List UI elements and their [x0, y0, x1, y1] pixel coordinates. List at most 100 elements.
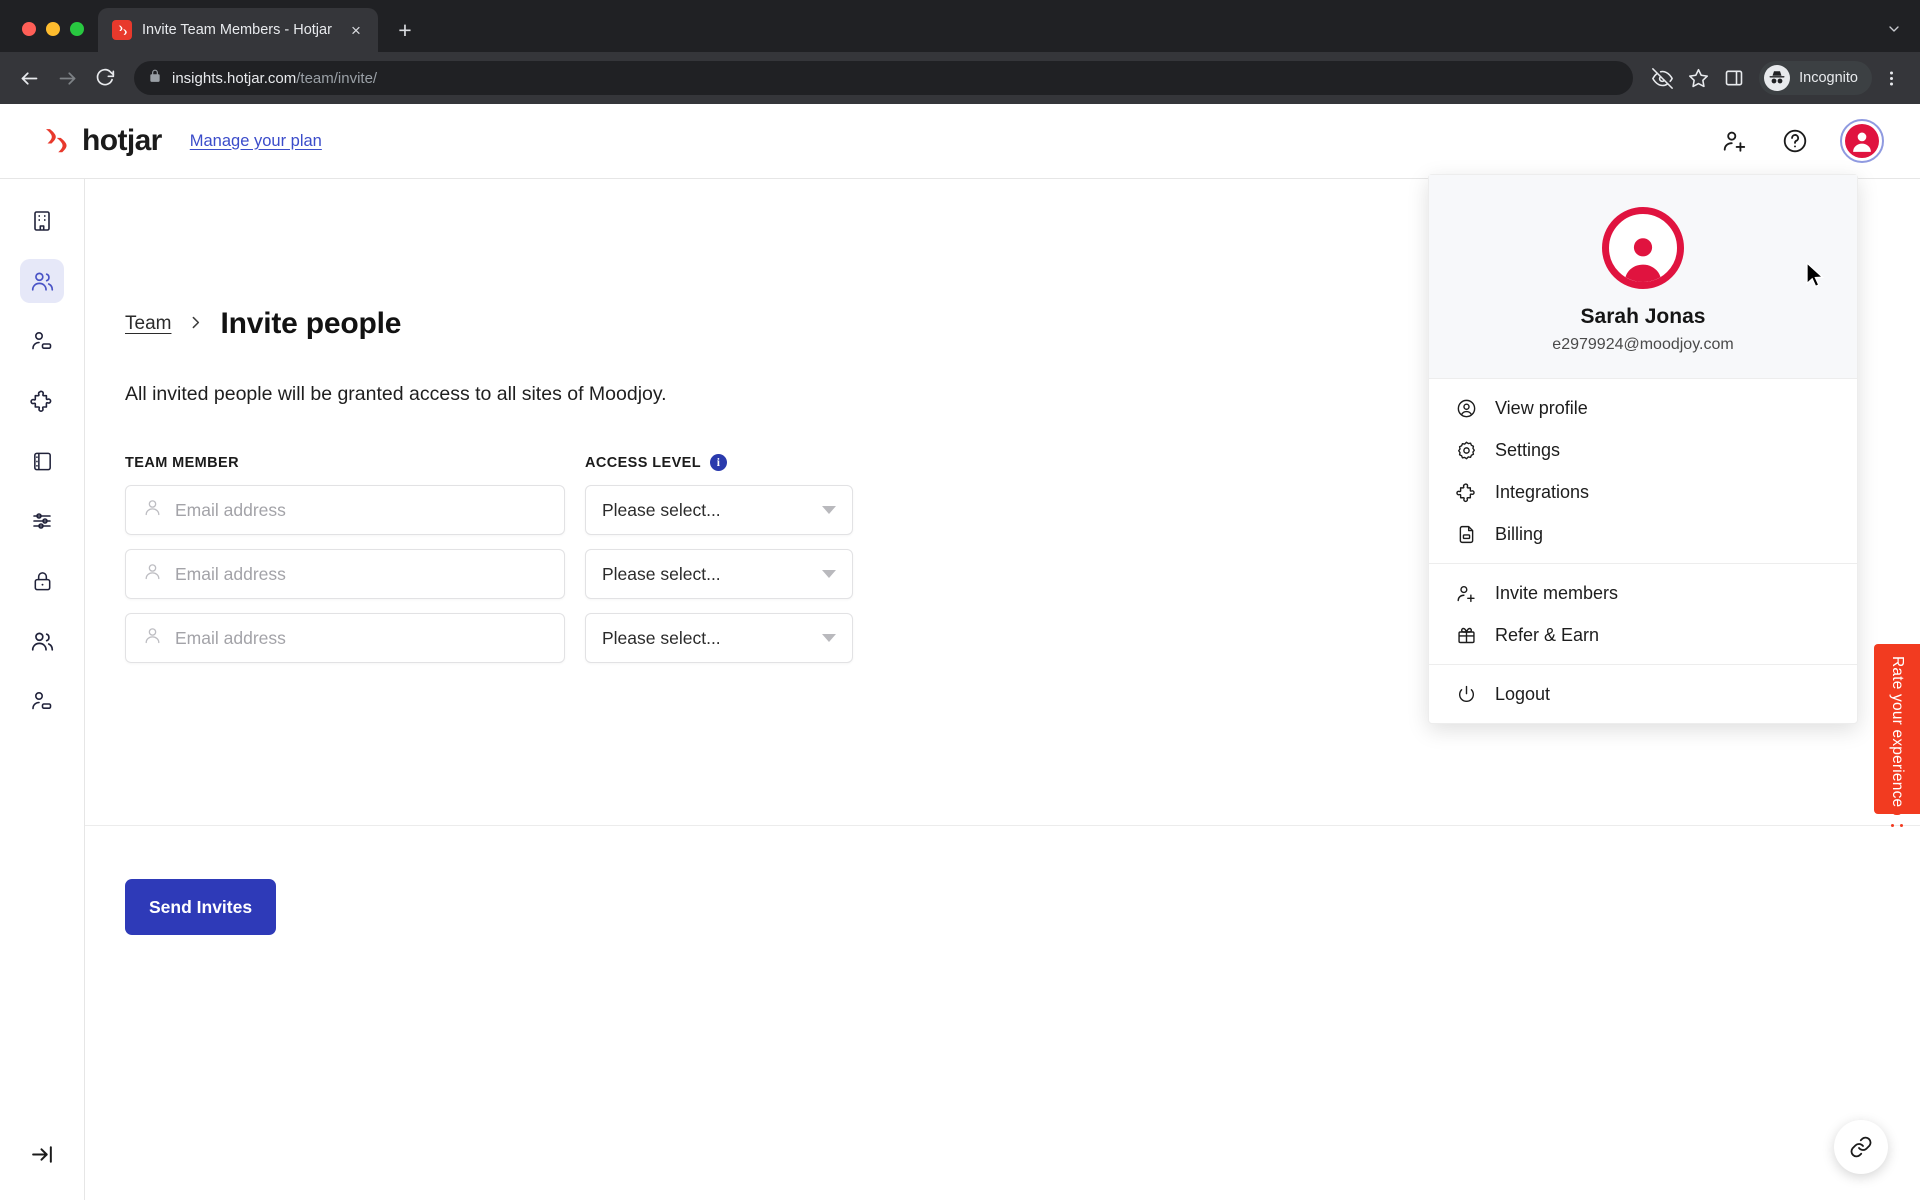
- person-icon: [142, 561, 163, 587]
- access-level-select-1[interactable]: Please select...: [585, 485, 853, 535]
- menu-item-label: Billing: [1495, 523, 1544, 544]
- email-input-1[interactable]: [175, 499, 548, 521]
- email-field-1[interactable]: [125, 485, 565, 535]
- chevron-down-icon: [822, 506, 836, 514]
- menu-item-integrations[interactable]: Integrations: [1429, 471, 1857, 513]
- reload-icon[interactable]: [88, 61, 122, 95]
- chevron-down-icon[interactable]: [1886, 21, 1902, 42]
- sidebar-item-notebook[interactable]: [20, 439, 64, 483]
- url-domain: insights.hotjar.com: [172, 69, 297, 87]
- chevron-down-icon: [822, 570, 836, 578]
- hotjar-wordmark: hotjar: [82, 124, 162, 157]
- menu-item-view-profile[interactable]: View profile: [1429, 387, 1857, 429]
- profile-menu-group-session: Logout: [1429, 664, 1857, 723]
- link-icon[interactable]: [1834, 1120, 1888, 1174]
- access-level-value-2: Please select...: [602, 563, 721, 584]
- collapse-panel-icon[interactable]: [20, 1132, 64, 1176]
- billing-icon: [1455, 523, 1477, 545]
- person-icon: [142, 625, 163, 651]
- incognito-label: Incognito: [1799, 70, 1858, 86]
- menu-item-refer-and-earn[interactable]: Refer & Earn: [1429, 614, 1857, 656]
- team-member-label: TEAM MEMBER: [125, 454, 239, 471]
- gear-icon: [1455, 439, 1477, 461]
- menu-item-invite-members[interactable]: Invite members: [1429, 572, 1857, 614]
- hotjar-favicon-icon: [112, 20, 132, 40]
- profile-avatar-icon: [1602, 207, 1684, 289]
- browser-tab[interactable]: Invite Team Members - Hotjar ×: [98, 8, 378, 52]
- hotjar-logo[interactable]: hotjar: [40, 124, 162, 158]
- star-icon[interactable]: [1681, 61, 1715, 95]
- profile-dropdown-menu: Sarah Jonas e2979924@moodjoy.com View pr…: [1428, 174, 1858, 724]
- profile-email: e2979924@moodjoy.com: [1552, 336, 1734, 353]
- access-level-select-3[interactable]: Please select...: [585, 613, 853, 663]
- side-panel-icon[interactable]: [1717, 61, 1751, 95]
- menu-item-logout[interactable]: Logout: [1429, 673, 1857, 715]
- sidebar-item-security[interactable]: [20, 559, 64, 603]
- incognito-icon: [1764, 65, 1791, 91]
- manage-your-plan-link[interactable]: Manage your plan: [190, 132, 322, 151]
- menu-item-label: Invite members: [1495, 582, 1619, 603]
- menu-item-label: Settings: [1495, 439, 1561, 460]
- send-invites-button[interactable]: Send Invites: [125, 879, 277, 935]
- info-icon[interactable]: i: [710, 454, 727, 471]
- email-input-3[interactable]: [175, 627, 548, 649]
- sidebar-item-invites[interactable]: [20, 319, 64, 363]
- avatar[interactable]: [1840, 119, 1884, 163]
- sidebar-item-integrations[interactable]: [20, 379, 64, 423]
- page-title: Invite people: [220, 307, 402, 340]
- profile-header: Sarah Jonas e2979924@moodjoy.com: [1429, 175, 1857, 379]
- url-display: insights.hotjar.com/team/invite/: [172, 70, 377, 87]
- three-dot-menu-icon[interactable]: [1874, 61, 1908, 95]
- access-level-value-1: Please select...: [602, 499, 721, 520]
- power-icon: [1455, 683, 1477, 705]
- sidebar-item-organization[interactable]: [20, 199, 64, 243]
- access-level-label: ACCESS LEVEL: [585, 454, 701, 471]
- header-actions: [1720, 119, 1884, 163]
- invite-person-icon[interactable]: [1720, 126, 1750, 156]
- gift-icon: [1455, 624, 1477, 646]
- access-level-value-3: Please select...: [602, 627, 721, 648]
- minimize-window-button[interactable]: [46, 22, 60, 36]
- window-traffic-lights: [0, 22, 98, 52]
- puzzle-icon: [1455, 481, 1477, 503]
- profile-name: Sarah Jonas: [1580, 305, 1706, 328]
- user-avatar-icon: [1845, 124, 1879, 158]
- address-bar[interactable]: insights.hotjar.com/team/invite/: [134, 61, 1634, 95]
- back-arrow-icon[interactable]: [12, 61, 46, 95]
- sidebar-item-pending[interactable]: [20, 679, 64, 723]
- menu-item-billing[interactable]: Billing: [1429, 513, 1857, 555]
- tab-strip: Invite Team Members - Hotjar × +: [0, 0, 1920, 52]
- access-level-select-2[interactable]: Please select...: [585, 549, 853, 599]
- chevron-right-icon: [187, 314, 204, 335]
- menu-item-label: Integrations: [1495, 481, 1590, 502]
- breadcrumb-team-link[interactable]: Team: [125, 313, 171, 335]
- sidebar-item-team[interactable]: [20, 259, 64, 303]
- profile-menu-group-team: Invite members Refer & Earn: [1429, 563, 1857, 664]
- forward-arrow-icon[interactable]: [50, 61, 84, 95]
- incognito-profile-button[interactable]: Incognito: [1759, 61, 1872, 95]
- question-circle-icon[interactable]: [1780, 126, 1810, 156]
- close-tab-button[interactable]: ×: [344, 18, 368, 42]
- menu-item-settings[interactable]: Settings: [1429, 429, 1857, 471]
- person-plus-icon: [1455, 582, 1477, 604]
- email-field-2[interactable]: [125, 549, 565, 599]
- sidebar-item-settings[interactable]: [20, 499, 64, 543]
- new-tab-button[interactable]: +: [388, 13, 422, 47]
- maximize-window-button[interactable]: [70, 22, 84, 36]
- rate-experience-tab[interactable]: Rate your experience: [1874, 644, 1920, 828]
- eye-off-icon[interactable]: [1645, 61, 1679, 95]
- app-header: hotjar Manage your plan: [0, 104, 1920, 179]
- browser-toolbar: insights.hotjar.com/team/invite/ Incogni…: [0, 52, 1920, 104]
- email-input-2[interactable]: [175, 563, 548, 585]
- lock-icon: [148, 69, 162, 88]
- profile-menu-group-account: View profile Settings Integrations Billi…: [1429, 379, 1857, 563]
- close-window-button[interactable]: [22, 22, 36, 36]
- sidebar-item-members[interactable]: [20, 619, 64, 663]
- menu-item-label: View profile: [1495, 397, 1588, 418]
- menu-item-label: Logout: [1495, 683, 1551, 704]
- browser-window: Invite Team Members - Hotjar × + insight…: [0, 0, 1920, 1200]
- email-field-3[interactable]: [125, 613, 565, 663]
- menu-item-label: Refer & Earn: [1495, 624, 1600, 645]
- hotjar-mark-icon: [46, 129, 67, 153]
- url-path: /team/invite/: [296, 69, 378, 87]
